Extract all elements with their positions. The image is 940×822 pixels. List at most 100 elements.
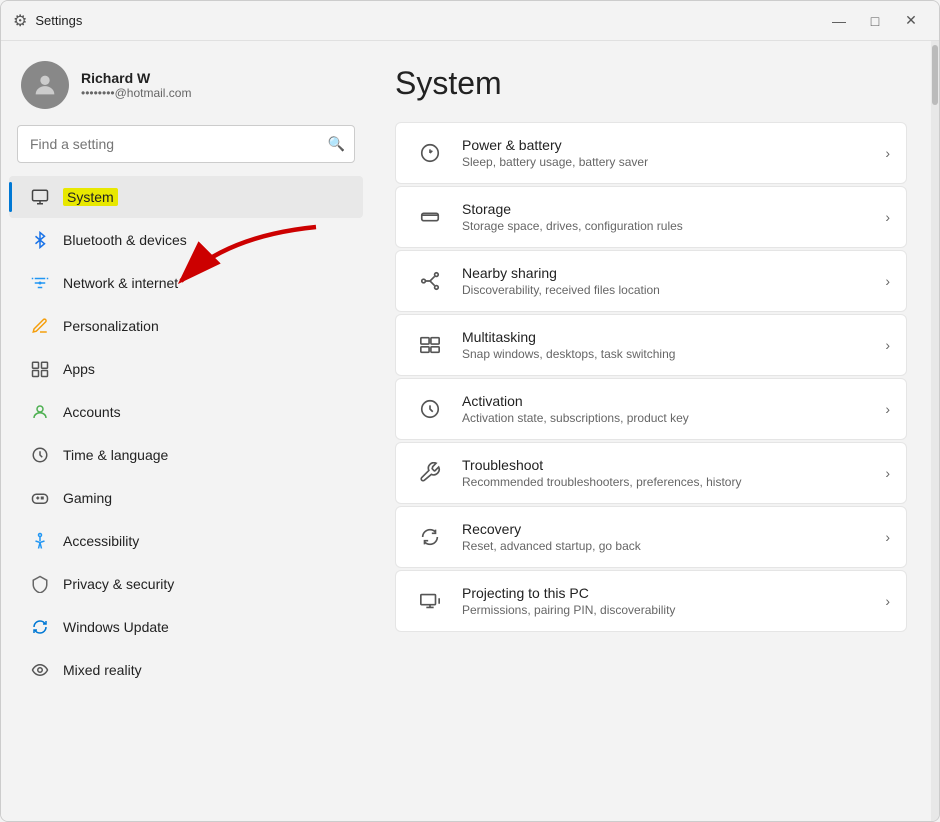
nav-label-network: Network & internet [63,275,178,291]
apps-icon [29,358,51,380]
nearby-sharing-icon [412,263,448,299]
activation-chevron-icon: › [885,401,890,417]
troubleshoot-subtitle: Recommended troubleshooters, preferences… [462,475,885,489]
power-battery-chevron-icon: › [885,145,890,161]
nearby-sharing-chevron-icon: › [885,273,890,289]
troubleshoot-text: Troubleshoot Recommended troubleshooters,… [462,457,885,489]
settings-item-multitasking[interactable]: Multitasking Snap windows, desktops, task… [395,314,907,376]
user-info: Richard W ••••••••@hotmail.com [81,70,191,100]
search-icon: 🔍 [328,136,345,153]
accounts-icon [29,401,51,423]
network-icon [29,272,51,294]
power-battery-subtitle: Sleep, battery usage, battery saver [462,155,885,169]
nav-label-apps: Apps [63,361,95,377]
avatar [21,61,69,109]
sidebar-item-gaming[interactable]: Gaming [9,477,363,519]
recovery-title: Recovery [462,521,885,537]
user-section: Richard W ••••••••@hotmail.com [1,41,371,125]
page-title: System [395,65,907,102]
settings-item-power-battery[interactable]: Power & battery Sleep, battery usage, bat… [395,122,907,184]
recovery-chevron-icon: › [885,529,890,545]
nav-label-personalization: Personalization [63,318,159,334]
search-input[interactable] [17,125,355,163]
nav-label-time: Time & language [63,447,168,463]
nearby-sharing-subtitle: Discoverability, received files location [462,283,885,297]
troubleshoot-title: Troubleshoot [462,457,885,473]
storage-subtitle: Storage space, drives, configuration rul… [462,219,885,233]
titlebar: ⚙ Settings — □ ✕ [1,1,939,41]
privacy-icon [29,573,51,595]
gaming-icon [29,487,51,509]
window-content: Richard W ••••••••@hotmail.com 🔍 System B… [1,41,939,821]
settings-window: ⚙ Settings — □ ✕ Richard W •••••••• [0,0,940,822]
settings-icon: ⚙ [13,11,27,31]
sidebar-item-accounts[interactable]: Accounts [9,391,363,433]
sidebar-item-personalization[interactable]: Personalization [9,305,363,347]
storage-title: Storage [462,201,885,217]
minimize-button[interactable]: — [823,7,855,35]
settings-item-recovery[interactable]: Recovery Reset, advanced startup, go back… [395,506,907,568]
troubleshoot-chevron-icon: › [885,465,890,481]
projecting-icon [412,583,448,619]
nearby-sharing-text: Nearby sharing Discoverability, received … [462,265,885,297]
personalization-icon [29,315,51,337]
scrollbar[interactable] [931,41,939,821]
settings-item-storage[interactable]: Storage Storage space, drives, configurat… [395,186,907,248]
nav-label-accounts: Accounts [63,404,121,420]
sidebar-item-system[interactable]: System [9,176,363,218]
sidebar-item-time[interactable]: Time & language [9,434,363,476]
accessibility-icon [29,530,51,552]
nav-label-accessibility: Accessibility [63,533,139,549]
settings-list: Power & battery Sleep, battery usage, bat… [395,122,907,632]
nav-label-mixed-reality: Mixed reality [63,662,142,678]
projecting-chevron-icon: › [885,593,890,609]
window-title: Settings [35,13,82,28]
main-content: System Power & battery Sleep, battery usa… [371,41,931,821]
system-icon [29,186,51,208]
activation-subtitle: Activation state, subscriptions, product… [462,411,885,425]
settings-item-activation[interactable]: Activation Activation state, subscription… [395,378,907,440]
user-email: ••••••••@hotmail.com [81,86,191,100]
nav-label-system: System [63,188,118,206]
multitasking-title: Multitasking [462,329,885,345]
recovery-icon [412,519,448,555]
activation-icon [412,391,448,427]
multitasking-icon [412,327,448,363]
nearby-sharing-title: Nearby sharing [462,265,885,281]
multitasking-subtitle: Snap windows, desktops, task switching [462,347,885,361]
activation-title: Activation [462,393,885,409]
power-battery-text: Power & battery Sleep, battery usage, bat… [462,137,885,169]
sidebar-item-privacy[interactable]: Privacy & security [9,563,363,605]
multitasking-chevron-icon: › [885,337,890,353]
projecting-subtitle: Permissions, pairing PIN, discoverabilit… [462,603,885,617]
sidebar-item-bluetooth[interactable]: Bluetooth & devices [9,219,363,261]
bluetooth-icon [29,229,51,251]
close-button[interactable]: ✕ [895,7,927,35]
troubleshoot-icon [412,455,448,491]
maximize-button[interactable]: □ [859,7,891,35]
power-battery-icon [412,135,448,171]
windows-update-icon [29,616,51,638]
sidebar-item-windows-update[interactable]: Windows Update [9,606,363,648]
nav-label-privacy: Privacy & security [63,576,174,592]
sidebar: Richard W ••••••••@hotmail.com 🔍 System B… [1,41,371,821]
time-icon [29,444,51,466]
power-battery-title: Power & battery [462,137,885,153]
scrollbar-thumb[interactable] [932,45,938,105]
storage-chevron-icon: › [885,209,890,225]
nav-list: System Bluetooth & devices Network & inter… [1,175,371,692]
sidebar-item-accessibility[interactable]: Accessibility [9,520,363,562]
projecting-text: Projecting to this PC Permissions, pairin… [462,585,885,617]
sidebar-item-mixed-reality[interactable]: Mixed reality [9,649,363,691]
projecting-title: Projecting to this PC [462,585,885,601]
titlebar-left: ⚙ Settings [13,11,82,31]
recovery-subtitle: Reset, advanced startup, go back [462,539,885,553]
recovery-text: Recovery Reset, advanced startup, go back [462,521,885,553]
settings-item-nearby-sharing[interactable]: Nearby sharing Discoverability, received … [395,250,907,312]
activation-text: Activation Activation state, subscription… [462,393,885,425]
sidebar-item-apps[interactable]: Apps [9,348,363,390]
multitasking-text: Multitasking Snap windows, desktops, task… [462,329,885,361]
settings-item-projecting[interactable]: Projecting to this PC Permissions, pairin… [395,570,907,632]
settings-item-troubleshoot[interactable]: Troubleshoot Recommended troubleshooters,… [395,442,907,504]
sidebar-item-network[interactable]: Network & internet [9,262,363,304]
